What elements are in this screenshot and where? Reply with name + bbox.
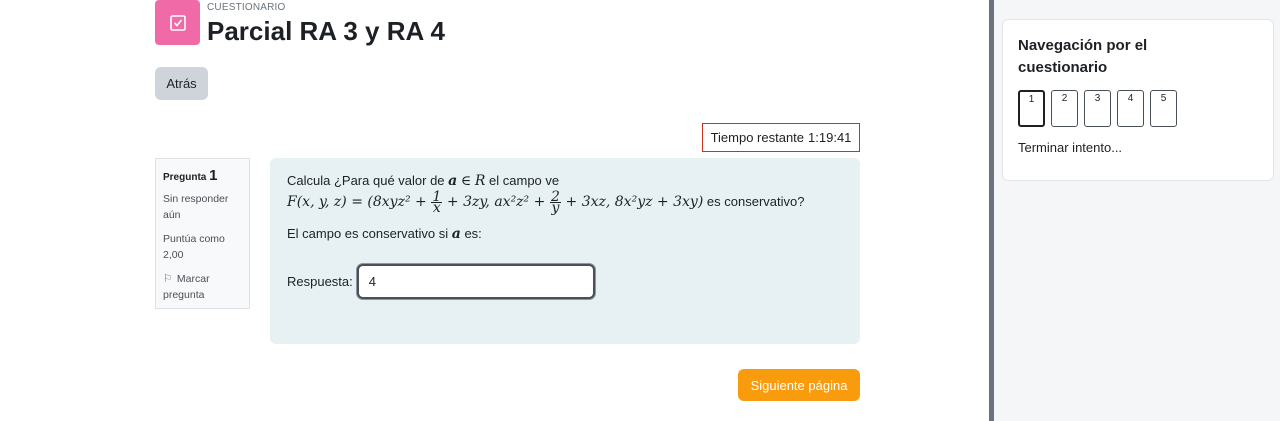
- formula-part-b: + 3zy, ax²z² +: [446, 194, 546, 210]
- question-text: Calcula ¿Para qué valor de a ∈ R el camp…: [287, 172, 843, 190]
- nav-question-2-button[interactable]: 2: [1051, 90, 1078, 127]
- fraction-1: 1x: [431, 190, 443, 217]
- flag-question-link[interactable]: ⚐ Marcar pregunta: [163, 271, 242, 303]
- nav-title: Navegación por el cuestionario: [1018, 37, 1148, 76]
- question-label: Pregunta: [163, 172, 207, 183]
- question-prompt: El campo es conservativo si a es:: [287, 226, 843, 242]
- math-set-r: R: [474, 173, 486, 189]
- formula-part-c: + 3xz, 8x²yz + 3xy): [565, 194, 704, 210]
- finish-attempt-link[interactable]: Terminar intento...: [1018, 140, 1258, 155]
- question-info: Pregunta 1 Sin responder aún Puntúa como…: [155, 158, 250, 309]
- math-var-a: a: [448, 173, 458, 189]
- question-text-end: el campo ve: [489, 173, 560, 188]
- activity-type: CUESTIONARIO: [207, 2, 286, 13]
- nav-question-5-button[interactable]: 5: [1150, 90, 1177, 127]
- quiz-navigation-block: Navegación por el cuestionario 1 2 3 4 5…: [1002, 19, 1274, 181]
- fraction-2-denominator: y: [551, 200, 560, 217]
- question-state: Sin responder aún: [163, 193, 229, 221]
- main-region: CUESTIONARIO Parcial RA 3 y RA 4 Atrás T…: [0, 0, 990, 421]
- question-number: Pregunta 1: [163, 167, 242, 184]
- prompt-var-a: a: [451, 226, 461, 243]
- answer-row: Respuesta:: [287, 264, 595, 299]
- prompt-end: es:: [464, 226, 482, 242]
- timer-label: Tiempo restante: [710, 130, 805, 145]
- question-number-value: 1: [209, 167, 218, 184]
- timer-value: 1:19:41: [808, 130, 852, 145]
- question-formula: F(x, y, z) = (8xyz² + 1x + 3zy, ax²z² + …: [287, 190, 843, 217]
- question-content: Calcula ¿Para qué valor de a ∈ R el camp…: [270, 158, 860, 344]
- fraction-2: 2y: [549, 190, 561, 217]
- answer-label: Respuesta:: [287, 274, 353, 289]
- nav-question-1-button[interactable]: 1: [1018, 90, 1045, 127]
- flag-icon: ⚐: [163, 273, 173, 285]
- question-grade: Puntúa como 2,00: [163, 233, 225, 261]
- nav-buttons: 1 2 3 4 5: [1018, 90, 1258, 127]
- page-title: Parcial RA 3 y RA 4: [207, 16, 445, 46]
- back-button[interactable]: Atrás: [155, 67, 208, 100]
- formula-suffix: es conservativo?: [706, 194, 805, 209]
- question-text-start: Calcula ¿Para qué valor de: [287, 173, 445, 188]
- fraction-1-denominator: x: [432, 200, 441, 217]
- nav-question-3-button[interactable]: 3: [1084, 90, 1111, 127]
- quiz-icon: [155, 0, 200, 45]
- answer-input[interactable]: [356, 264, 595, 299]
- prompt-start: El campo es conservativo si: [287, 226, 449, 242]
- timer: Tiempo restante 1:19:41: [702, 123, 860, 152]
- nav-question-4-button[interactable]: 4: [1117, 90, 1144, 127]
- formula-part-a: F(x, y, z) = (8xyz² +: [287, 194, 427, 210]
- next-page-button[interactable]: Siguiente página: [738, 369, 860, 401]
- math-in-symbol: ∈: [460, 173, 472, 189]
